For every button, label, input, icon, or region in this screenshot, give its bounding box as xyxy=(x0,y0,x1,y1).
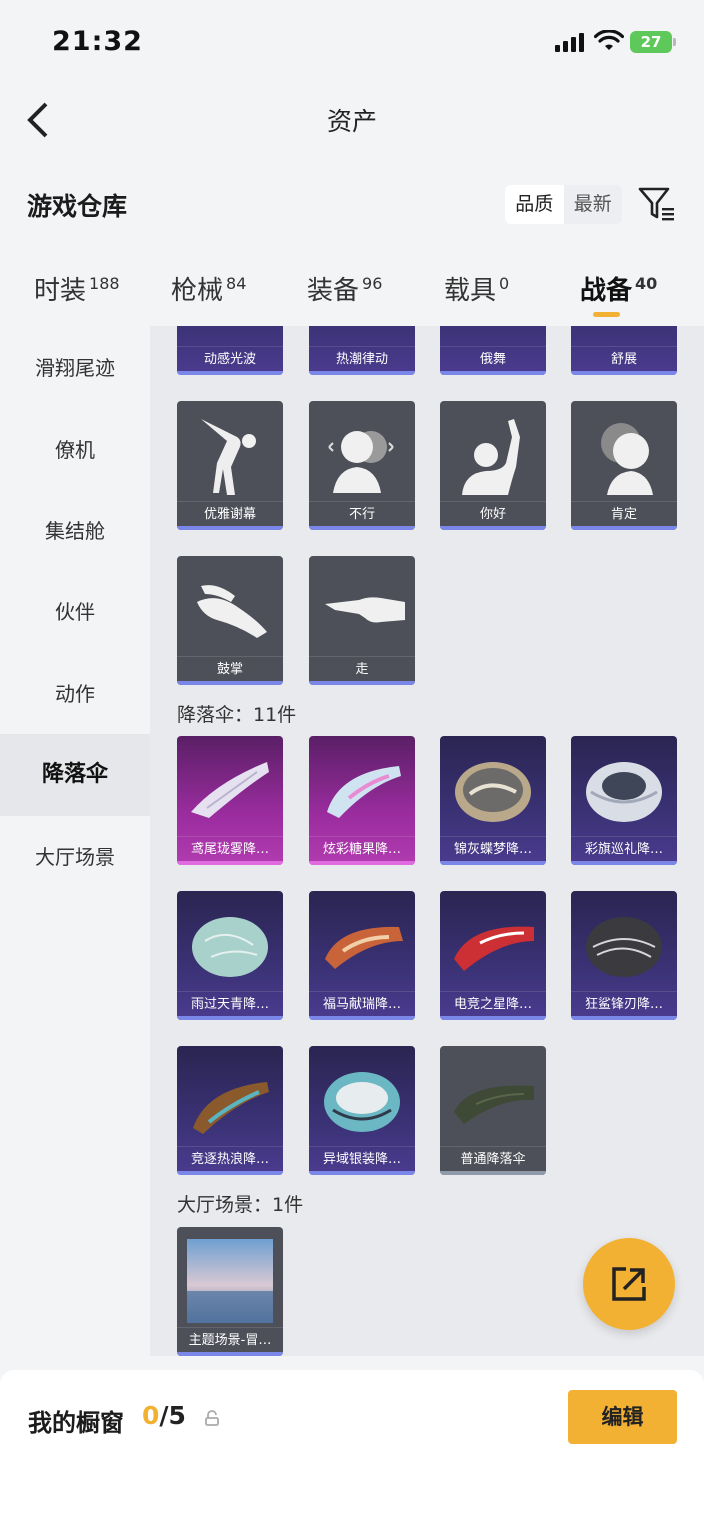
sidebar: 滑翔尾迹 僚机 集结舱 伙伴 动作 降落伞 大厅场景 xyxy=(0,326,150,1356)
item-label: 动感光波 xyxy=(177,346,283,371)
item-card[interactable]: 鼓掌 xyxy=(177,556,283,685)
item-card[interactable]: 你好 xyxy=(440,401,546,530)
item-card[interactable]: 主题场景-冒… xyxy=(177,1227,283,1356)
sort-toggle: 品质 最新 xyxy=(505,185,622,224)
showcase-bar: 我的橱窗 0/5 编辑 xyxy=(0,1370,704,1523)
parachute-image xyxy=(586,917,662,977)
parachute-image xyxy=(455,762,531,822)
item-label: 热潮律动 xyxy=(309,346,415,371)
item-label: 优雅谢幕 xyxy=(177,501,283,526)
item-card[interactable]: 普通降落伞 xyxy=(440,1046,546,1175)
wifi-icon xyxy=(594,30,624,50)
item-card[interactable]: 福马献瑞降… xyxy=(309,891,415,1020)
group-title-lobby: 大厅场景：1件 xyxy=(177,1194,304,1216)
item-label: 走 xyxy=(309,656,415,681)
parachute-image xyxy=(324,1072,400,1132)
lock-icon xyxy=(205,1410,219,1426)
item-card[interactable]: 肯定 xyxy=(571,401,677,530)
tab-vehicles[interactable]: 载具 0 xyxy=(444,270,509,307)
share-button[interactable] xyxy=(583,1238,675,1330)
tab-active-indicator xyxy=(593,312,620,317)
item-card[interactable]: 不行 xyxy=(309,401,415,530)
item-card[interactable]: 炫彩糖果降… xyxy=(309,736,415,865)
category-tabs: 时装 188 枪械 84 装备 96 载具 0 战备 40 xyxy=(0,262,704,326)
parachute-image xyxy=(586,762,662,822)
battery-icon: 27 xyxy=(630,31,676,53)
item-label: 肯定 xyxy=(571,501,677,526)
tab-weapons[interactable]: 枪械 84 xyxy=(171,270,246,307)
clap-icon xyxy=(197,585,267,638)
item-card[interactable]: 热潮律动 xyxy=(309,326,415,375)
item-label: 鸢尾珑雾降… xyxy=(177,836,283,861)
item-card[interactable]: 彩旗巡礼降… xyxy=(571,736,677,865)
item-label: 普通降落伞 xyxy=(440,1146,546,1171)
item-label: 不行 xyxy=(309,501,415,526)
item-label: 福马献瑞降… xyxy=(309,991,415,1016)
item-label: 彩旗巡礼降… xyxy=(571,836,677,861)
parachute-image xyxy=(327,766,401,818)
item-label: 炫彩糖果降… xyxy=(309,836,415,861)
item-card[interactable]: 优雅谢幕 xyxy=(177,401,283,530)
item-card[interactable]: 竞逐热浪降… xyxy=(177,1046,283,1175)
item-label: 异域银装降… xyxy=(309,1146,415,1171)
sidebar-item-glide-trail[interactable]: 滑翔尾迹 xyxy=(0,327,150,409)
sidebar-item-emote[interactable]: 动作 xyxy=(0,653,150,735)
sidebar-item-companion[interactable]: 伙伴 xyxy=(0,571,150,653)
sort-quality-button[interactable]: 品质 xyxy=(505,185,564,224)
pointing-hand-icon xyxy=(325,597,405,623)
parachute-image xyxy=(454,1085,534,1124)
showcase-count: 0/5 xyxy=(142,1401,186,1430)
status-bar: 21:32 27 xyxy=(0,0,704,86)
item-card[interactable]: 电竞之星降… xyxy=(440,891,546,1020)
item-label: 你好 xyxy=(440,501,546,526)
parachute-image xyxy=(192,917,268,977)
parachute-image xyxy=(454,926,534,971)
tab-equipment[interactable]: 装备 96 xyxy=(307,270,382,307)
section-title: 游戏仓库 xyxy=(27,192,128,221)
item-card[interactable]: 舒展 xyxy=(571,326,677,375)
parachute-image xyxy=(191,762,269,818)
item-card[interactable]: 狂鲨锋刃降… xyxy=(571,891,677,1020)
parachute-image xyxy=(193,1082,269,1134)
edit-button[interactable]: 编辑 xyxy=(568,1390,677,1444)
item-label: 舒展 xyxy=(571,346,677,371)
item-grid: 动感光波 热潮律动 俄舞 舒展 优雅谢幕 不行 你好 肯定 鼓掌 走 降落伞：1… xyxy=(150,326,704,1356)
item-label: 竞逐热浪降… xyxy=(177,1146,283,1171)
nod-head-icon xyxy=(601,423,653,495)
sidebar-item-lobby-scene[interactable]: 大厅场景 xyxy=(0,816,150,898)
item-card[interactable]: 锦灰蝶梦降… xyxy=(440,736,546,865)
item-label: 电竞之星降… xyxy=(440,991,546,1016)
item-label: 鼓掌 xyxy=(177,656,283,681)
item-card[interactable]: 异域银装降… xyxy=(309,1046,415,1175)
item-label: 狂鲨锋刃降… xyxy=(571,991,677,1016)
lobby-scene-image xyxy=(187,1239,273,1323)
item-label: 锦灰蝶梦降… xyxy=(440,836,546,861)
item-card[interactable]: 走 xyxy=(309,556,415,685)
sort-newest-button[interactable]: 最新 xyxy=(564,185,623,224)
sidebar-item-wingman[interactable]: 僚机 xyxy=(0,409,150,491)
parachute-image xyxy=(325,926,403,969)
nav-bar: 资产 xyxy=(0,86,704,156)
waving-hand-icon xyxy=(462,419,520,495)
item-card[interactable]: 雨过天青降… xyxy=(177,891,283,1020)
status-time: 21:32 xyxy=(52,26,143,57)
signal-icon xyxy=(555,32,584,52)
item-label: 主题场景-冒… xyxy=(177,1327,283,1352)
tab-combat-gear[interactable]: 战备 40 xyxy=(580,270,657,307)
item-card[interactable]: 鸢尾珑雾降… xyxy=(177,736,283,865)
sidebar-item-parachute[interactable]: 降落伞 xyxy=(0,734,150,816)
filter-icon[interactable] xyxy=(638,186,676,222)
item-label: 俄舞 xyxy=(440,346,546,371)
item-card[interactable]: 动感光波 xyxy=(177,326,283,375)
group-title-parachute: 降落伞：11件 xyxy=(177,704,297,726)
sidebar-item-capsule[interactable]: 集结舱 xyxy=(0,490,150,572)
share-icon xyxy=(612,1267,646,1301)
bow-figure-icon xyxy=(201,419,256,495)
page-title: 资产 xyxy=(326,107,377,136)
tab-fashion[interactable]: 时装 188 xyxy=(34,270,120,307)
head-shake-icon xyxy=(328,431,394,493)
item-card[interactable]: 俄舞 xyxy=(440,326,546,375)
showcase-label: 我的橱窗 xyxy=(28,1409,124,1437)
item-label: 雨过天青降… xyxy=(177,991,283,1016)
